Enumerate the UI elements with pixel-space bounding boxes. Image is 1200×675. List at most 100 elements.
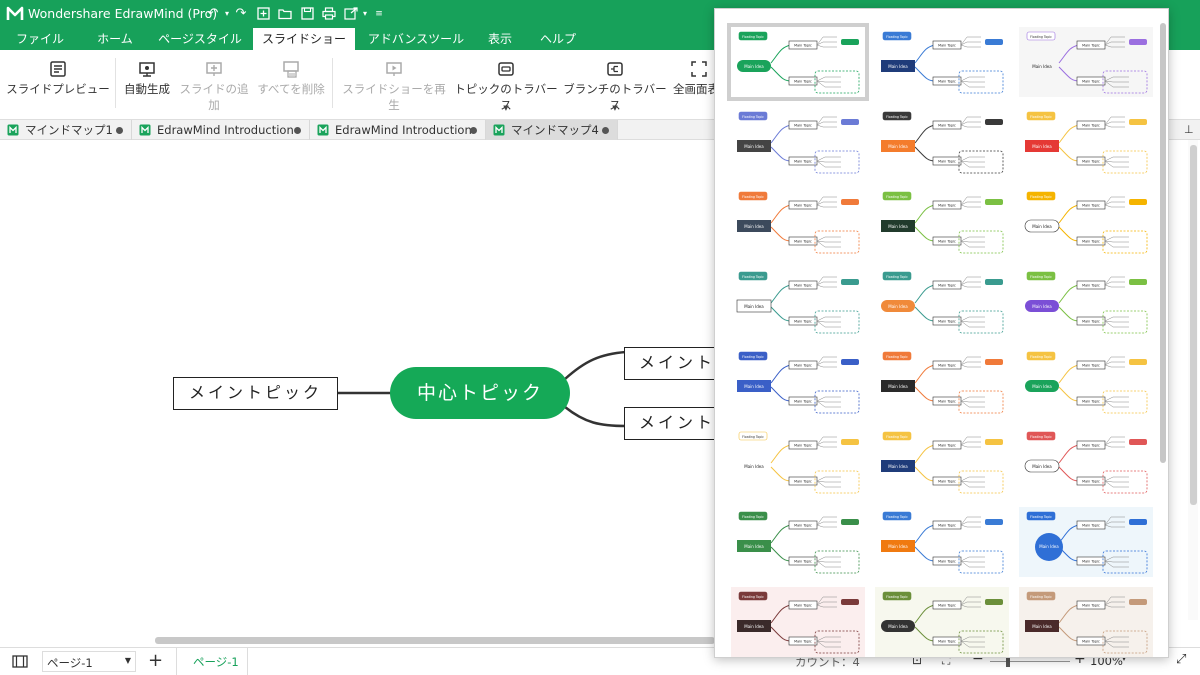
svg-text:Main Topic: Main Topic — [938, 444, 956, 448]
theme-option[interactable]: Floating Topic Main Idea Main Topic Main To… — [1019, 427, 1153, 497]
print-icon[interactable] — [320, 4, 338, 24]
theme-panel-scroll-thumb[interactable] — [1160, 23, 1166, 463]
menu-help[interactable]: ヘルプ — [530, 28, 586, 50]
svg-text:Floating Topic: Floating Topic — [1030, 355, 1052, 359]
svg-text:Main Idea: Main Idea — [888, 544, 908, 549]
svg-text:Main Topic: Main Topic — [938, 204, 956, 208]
theme-option[interactable]: Floating Topic Main Idea Main Topic Main To… — [1019, 107, 1153, 177]
main-topic-right-top[interactable]: メイント — [624, 347, 724, 380]
slide-preview-button[interactable]: スライドプレビュー — [6, 56, 110, 108]
zoom-slider[interactable] — [990, 661, 1070, 662]
canvas-vertical-scroll-thumb[interactable] — [1190, 145, 1197, 505]
main-topic-left[interactable]: メイントピック — [173, 377, 338, 410]
svg-text:Main Idea: Main Idea — [888, 624, 908, 629]
theme-option[interactable]: Floating Topic Main Idea Main Topic Main To… — [875, 267, 1009, 337]
svg-text:Main Topic: Main Topic — [938, 480, 956, 484]
svg-text:Main Topic: Main Topic — [794, 480, 812, 484]
fullscreen-button[interactable]: 全画面表 — [670, 56, 714, 108]
add-slide-button[interactable]: スライドの追加 — [174, 56, 254, 112]
svg-text:Floating Topic: Floating Topic — [1030, 195, 1052, 199]
svg-text:Floating Topic: Floating Topic — [886, 35, 908, 39]
svg-text:Floating Topic: Floating Topic — [742, 355, 764, 359]
theme-option[interactable]: Floating Topic Main Idea Main Topic Main To… — [731, 187, 865, 257]
svg-text:Main Topic: Main Topic — [1082, 524, 1100, 528]
topic-traverse-dropdown-icon[interactable]: ▼ — [503, 104, 508, 112]
fullscreen-label: 全画面表 — [673, 82, 714, 96]
doc-tab-mindmap4[interactable]: マインドマップ4 — [486, 120, 618, 140]
theme-option[interactable]: Floating Topic Main Idea Main Topic Main To… — [875, 107, 1009, 177]
save-icon[interactable] — [298, 4, 316, 24]
branch-traverse-button[interactable]: ブランチのトラバース ▼ — [560, 56, 670, 112]
close-tab-icon[interactable] — [116, 127, 123, 134]
theme-option[interactable]: Floating Topic Main Idea Main Topic Main To… — [875, 347, 1009, 417]
theme-option[interactable]: Floating Topic Main Idea Main Topic Main To… — [1019, 587, 1153, 657]
theme-option[interactable]: Floating Topic Main Idea Main Topic Main To… — [1019, 267, 1153, 337]
customize-toolbar-icon[interactable]: ≡ — [370, 4, 388, 24]
theme-option[interactable]: Floating Topic Main Idea Main Topic Main To… — [875, 587, 1009, 657]
doc-tab-edrawmind-introduction-2[interactable]: EdrawMind Introduction — [310, 120, 486, 140]
theme-option[interactable]: Floating Topic Main Idea Main Topic Main To… — [731, 427, 865, 497]
theme-option[interactable]: Floating Topic Main Idea Main Topic Main To… — [1019, 27, 1153, 97]
svg-text:Floating Topic: Floating Topic — [742, 595, 764, 599]
svg-text:Main Topic: Main Topic — [1082, 364, 1100, 368]
menu-file[interactable]: ファイル — [4, 28, 76, 50]
theme-option[interactable]: Floating Topic Main Idea Main Topic Main To… — [1019, 507, 1153, 577]
branch-traverse-dropdown-icon[interactable]: ▼ — [612, 104, 617, 112]
theme-option[interactable]: Floating Topic Main Idea Main Topic Main To… — [731, 507, 865, 577]
close-tab-icon[interactable] — [602, 127, 609, 134]
delete-all-button[interactable]: すべてを削除 — [256, 56, 326, 108]
svg-text:Main Idea: Main Idea — [1032, 464, 1052, 469]
menu-home[interactable]: ホーム — [82, 28, 148, 50]
theme-option[interactable]: Floating Topic Main Idea Main Topic Main To… — [731, 107, 865, 177]
menu-page-style[interactable]: ページスタイル — [152, 28, 248, 50]
new-file-icon[interactable] — [254, 4, 272, 24]
close-tab-icon[interactable] — [294, 127, 301, 134]
doc-tab-label: EdrawMind Introduction — [157, 123, 294, 137]
svg-text:Floating Topic: Floating Topic — [742, 35, 764, 39]
play-slideshow-icon — [386, 62, 402, 76]
svg-text:Floating Topic: Floating Topic — [886, 595, 908, 599]
theme-option[interactable]: Floating Topic Main Idea Main Topic Main To… — [727, 23, 869, 101]
theme-option[interactable]: Floating Topic Main Idea Main Topic Main To… — [875, 27, 1009, 97]
theme-option[interactable]: Floating Topic Main Idea Main Topic Main To… — [1019, 187, 1153, 257]
delete-all-label: すべてを削除 — [257, 82, 325, 96]
svg-text:Main Idea: Main Idea — [744, 464, 764, 469]
svg-text:Main Topic: Main Topic — [794, 524, 812, 528]
page-panel-toggle-icon[interactable] — [12, 655, 28, 668]
central-topic[interactable]: 中心トピック — [390, 367, 570, 419]
close-tab-icon[interactable] — [470, 127, 477, 134]
topic-traverse-button[interactable]: トピックのトラバース ▼ — [452, 56, 560, 112]
theme-option[interactable]: Floating Topic Main Idea Main Topic Main To… — [731, 587, 865, 657]
open-folder-icon[interactable] — [276, 4, 294, 24]
menu-advanced-tools[interactable]: アドバンスツール — [362, 28, 470, 50]
svg-text:Floating Topic: Floating Topic — [886, 435, 908, 439]
add-page-icon[interactable]: + — [148, 650, 163, 671]
svg-text:Floating Topic: Floating Topic — [742, 435, 764, 439]
delete-all-icon — [283, 61, 299, 78]
redo-icon[interactable]: ↷ — [232, 4, 250, 24]
theme-option[interactable]: Floating Topic Main Idea Main Topic Main To… — [731, 347, 865, 417]
svg-text:Main Topic: Main Topic — [794, 160, 812, 164]
theme-option[interactable]: Floating Topic Main Idea Main Topic Main To… — [875, 187, 1009, 257]
svg-text:Main Topic: Main Topic — [938, 160, 956, 164]
svg-text:Main Idea: Main Idea — [744, 544, 764, 549]
svg-text:Main Topic: Main Topic — [938, 604, 956, 608]
canvas-horizontal-scrollbar[interactable] — [155, 637, 715, 644]
expand-panel-icon[interactable]: ⤢ — [1176, 652, 1186, 667]
pin-icon[interactable]: ⊥ — [1184, 123, 1194, 136]
theme-option[interactable]: Floating Topic Main Idea Main Topic Main To… — [1019, 347, 1153, 417]
svg-text:Main Topic: Main Topic — [1082, 284, 1100, 288]
page-tab-1[interactable]: ページ-1 — [176, 648, 248, 675]
svg-text:Main Idea: Main Idea — [888, 144, 908, 149]
theme-option[interactable]: Floating Topic Main Idea Main Topic Main To… — [875, 507, 1009, 577]
doc-tab-edrawmind-introduction[interactable]: EdrawMind Introduction — [132, 120, 310, 140]
page-select[interactable]: ページ-1 ▼ — [42, 651, 136, 672]
menu-view[interactable]: 表示 — [474, 28, 526, 50]
play-slideshow-button[interactable]: スライドショーを再生 — [338, 56, 450, 112]
auto-generate-button[interactable]: 自動生成 — [120, 56, 174, 108]
main-topic-right-bottom[interactable]: メイント — [624, 407, 724, 440]
theme-option[interactable]: Floating Topic Main Idea Main Topic Main To… — [731, 267, 865, 337]
menu-slideshow[interactable]: スライドショー — [253, 28, 355, 50]
doc-tab-mindmap1[interactable]: マインドマップ1 — [0, 120, 132, 140]
theme-option[interactable]: Floating Topic Main Idea Main Topic Main To… — [875, 427, 1009, 497]
